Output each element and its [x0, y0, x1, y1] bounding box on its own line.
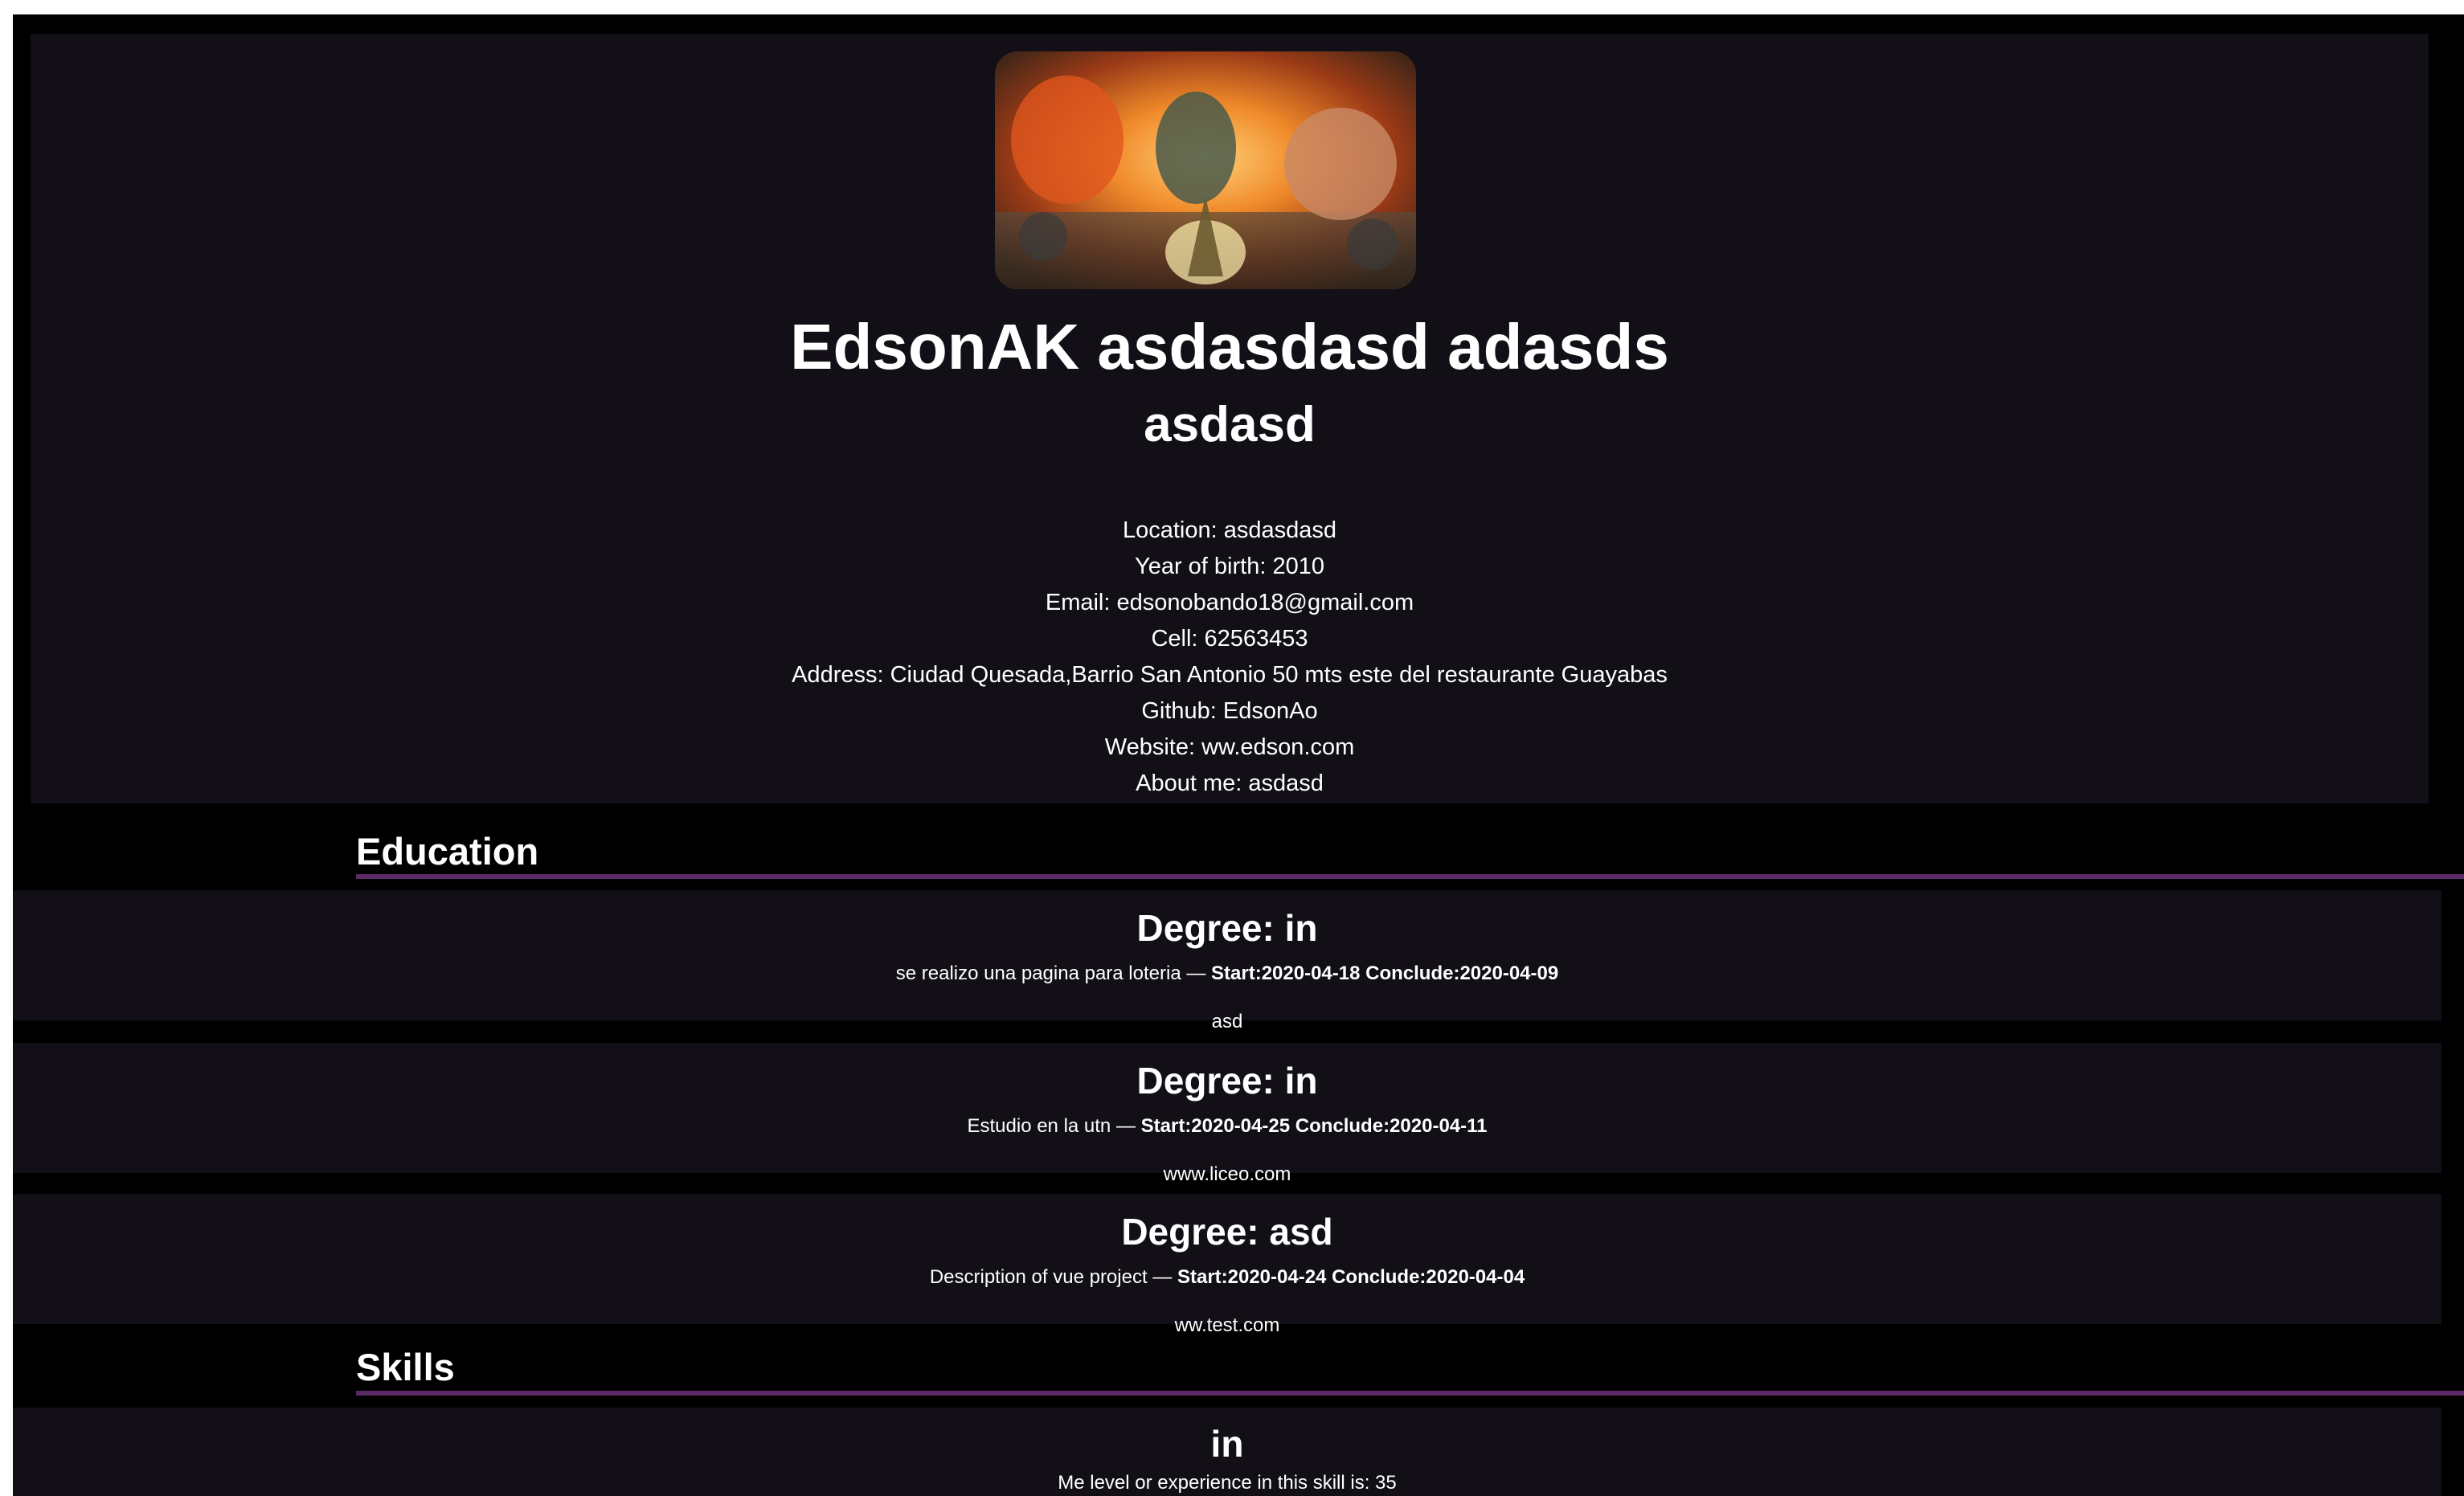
profile-name: EdsonAK asdasdasd adasds: [790, 311, 1669, 382]
education-degree: Degree: asd: [1121, 1211, 1333, 1253]
resume-page: EdsonAK asdasdasd adasds asdasd Location…: [13, 14, 2464, 1496]
education-description: Description of vue project — Start:2020-…: [929, 1266, 1525, 1288]
education-description: Estudio en la utn — Start:2020-04-25 Con…: [967, 1115, 1488, 1137]
profile-header: EdsonAK asdasdasd adasds asdasd Location…: [31, 34, 2429, 803]
skills-heading: Skills: [356, 1346, 455, 1388]
skills-divider: [356, 1391, 2464, 1396]
education-divider: [356, 874, 2464, 879]
education-link: asd: [1211, 1011, 1243, 1032]
education-heading: Education: [356, 830, 539, 873]
detail-cell: Cell: 62563453: [1151, 626, 1308, 652]
education-item: Degree: asd Description of vue project —…: [13, 1194, 2441, 1335]
education-link: ww.test.com: [1174, 1314, 1280, 1336]
detail-location: Location: asdasdasd: [1122, 517, 1337, 543]
education-description: se realizo una pagina para loteria — Sta…: [895, 963, 1559, 984]
skill-name: in: [1210, 1423, 1244, 1465]
detail-website: Website: ww.edson.com: [1104, 734, 1355, 760]
profile-details: Location: asdasdasd Year of birth: 2010 …: [31, 513, 2429, 802]
education-degree: Degree: in: [1136, 1060, 1318, 1102]
browser-viewport: EdsonAK asdasdasd adasds asdasd Location…: [0, 0, 2464, 1496]
education-degree: Degree: in: [1136, 907, 1318, 949]
education-item: Degree: in Estudio en la utn — Start:202…: [13, 1043, 2441, 1184]
profile-image: [995, 51, 1416, 289]
detail-github: Github: EdsonAo: [1141, 698, 1318, 724]
detail-address: Address: Ciudad Quesada,Barrio San Anton…: [792, 662, 1668, 688]
education-item: Degree: in se realizo una pagina para lo…: [13, 890, 2441, 1032]
skill-level: Me level or experience in this skill is:…: [1058, 1472, 1397, 1494]
profile-title: asdasd: [1144, 397, 1316, 452]
detail-about-me: About me: asdasd: [1136, 770, 1324, 796]
detail-email: Email: edsonobando18@gmail.com: [1045, 590, 1414, 615]
detail-year-of-birth: Year of birth: 2010: [1135, 554, 1324, 579]
skill-item: in Me level or experience in this skill …: [13, 1408, 2441, 1496]
education-link: www.liceo.com: [1163, 1163, 1291, 1185]
